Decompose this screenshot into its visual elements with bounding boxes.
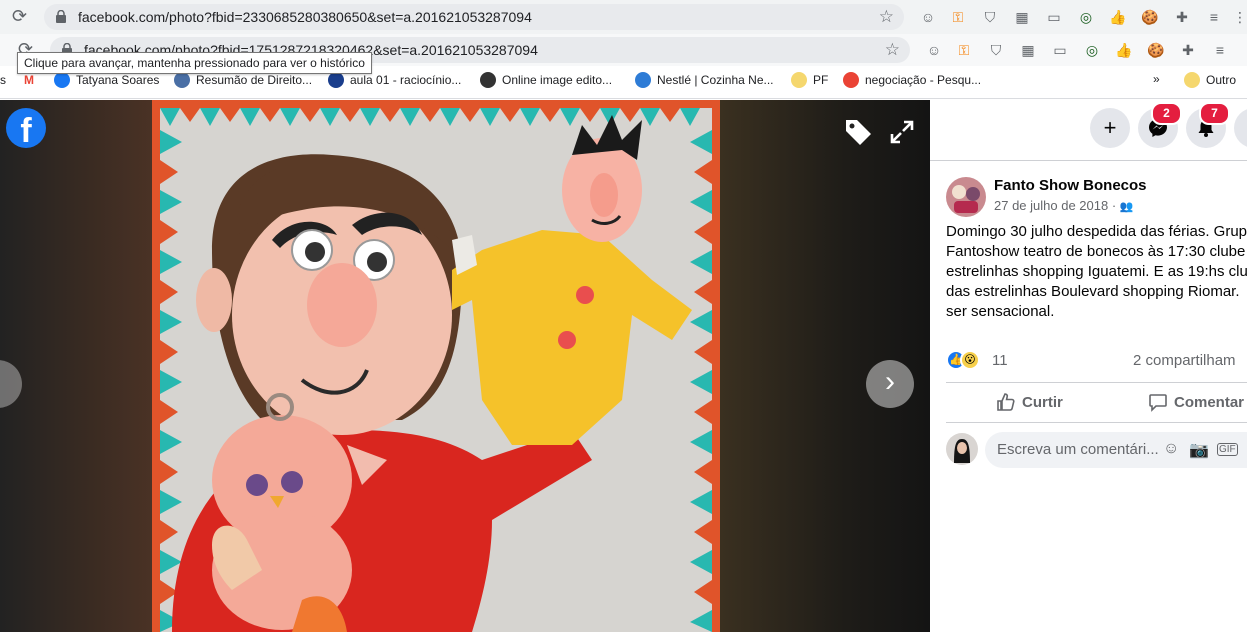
cookie-extension-icon-2[interactable]: 🍪 [1146,40,1166,60]
bookmark-favicon-icon [174,72,190,88]
bookmark-item[interactable]: PF [791,72,828,88]
header-divider [930,160,1247,161]
target-extension-icon-2[interactable]: ◎ [1082,40,1102,60]
comment-input[interactable]: Escreva um comentári... ☺ 📷 GIF [985,432,1247,468]
thumbs-up-icon [997,393,1015,411]
reaction-count[interactable]: 11 [992,352,1008,369]
user-avatar[interactable] [946,433,978,465]
gif-icon[interactable]: GIF [1217,443,1238,456]
bookmark-apps[interactable]: s [0,73,6,87]
messenger-badge: 2 [1151,102,1182,125]
post-date-text: 27 de julho de 2018 · [994,198,1117,213]
key-extension-icon-2[interactable]: ⚿ [954,40,974,60]
bookmark-label: Nestlé | Cozinha Ne... [657,73,774,87]
like-button[interactable]: Curtir [996,392,1063,412]
bookmark-favicon-icon [635,72,651,88]
shield-extension-icon-2[interactable]: ⛉ [986,40,1006,60]
comment-icon [1149,394,1167,412]
bookmark-label: Tatyana Soares [76,73,160,87]
bookmark-star-icon-2[interactable]: ☆ [885,40,900,60]
bookmark-favicon-icon [1184,72,1200,88]
photo-viewer: f › [0,100,930,632]
bookmark-item[interactable]: Resumão de Direito... [174,72,312,88]
bookmark-favicon-icon [328,72,344,88]
cookie-extension-icon[interactable]: 🍪 [1140,7,1160,27]
account-button[interactable] [1234,108,1247,148]
messenger-button[interactable]: 2 [1138,102,1182,148]
bookmark-favicon-icon [843,72,859,88]
gmail-icon[interactable]: M [24,73,34,87]
bookmark-star-icon[interactable]: ☆ [879,7,894,27]
like-label: Curtir [1022,393,1063,411]
bookmark-favicon-icon [791,72,807,88]
post-date[interactable]: 27 de julho de 2018 · 👥 [994,198,1133,213]
screen: ⟳ facebook.com/photo?fbid=23306852803806… [0,0,1247,632]
reader-extension-icon-2[interactable]: ▭ [1050,40,1070,60]
bookmark-favicon-icon [480,72,496,88]
puzzle-extension-icon-2[interactable]: ✚ [1178,40,1198,60]
actions-divider [946,422,1247,423]
tag-icon[interactable] [842,116,874,148]
plus-icon: + [1103,115,1117,140]
facebook-logo-icon[interactable]: f [6,108,46,150]
puzzle-extension-icon[interactable]: ✚ [1172,7,1192,27]
notifications-button[interactable]: 7 [1186,102,1230,148]
key-extension-icon[interactable]: ⚿ [948,7,968,27]
target-extension-icon[interactable]: ◎ [1076,7,1096,27]
bookmark-item[interactable]: negociação - Pesqu... [843,72,981,88]
wow-reaction-icon: 😮 [960,350,980,370]
bookmark-label: aula 01 - raciocínio... [350,73,462,87]
post-text: Domingo 30 julho despedida das férias. G… [946,223,1247,320]
bookmark-item[interactable]: Nestlé | Cozinha Ne... [635,72,774,88]
bookmark-label: Resumão de Direito... [196,73,313,87]
more-bookmarks-icon[interactable]: » [1153,72,1160,86]
friends-audience-icon: 👥 [1119,201,1134,213]
emoji-icon[interactable]: ☺ [1163,440,1179,458]
address-bar[interactable]: facebook.com/photo?fbid=2330685280380650… [44,4,904,30]
browser-toolbar-1: ⟳ facebook.com/photo?fbid=23306852803806… [0,0,1247,34]
next-photo-button[interactable]: › [866,360,914,408]
shield-extension-icon[interactable]: ⛉ [980,7,1000,27]
bookmark-label: negociação - Pesqu... [865,73,982,87]
reload-icon[interactable]: ⟳ [12,6,27,27]
thumb-extension-icon-2[interactable]: 👍 [1114,40,1134,60]
puppet-photo-image [152,100,720,632]
blurred-background-left [0,100,152,632]
reaction-icons[interactable]: 👍 😮 [946,350,980,370]
grid-extension-icon-2[interactable]: ▦ [1018,40,1038,60]
fullscreen-icon[interactable] [888,118,916,146]
author-avatar[interactable] [946,177,986,217]
playlist-icon[interactable]: ≡ [1204,7,1224,27]
bookmark-label: Online image edito... [502,73,613,87]
bookmark-label: Outro [1206,73,1237,87]
lock-icon [56,10,66,23]
bookmark-item[interactable]: Outro [1184,72,1236,88]
tab-menu-icon[interactable]: ⋮ [1230,7,1247,27]
discord-extension-icon[interactable]: ☺ [918,7,938,27]
thumb-extension-icon[interactable]: 👍 [1108,7,1128,27]
camera-icon[interactable]: 📷 [1189,440,1209,460]
comment-placeholder: Escreva um comentári... [997,441,1159,458]
post-panel: + 2 7 Fanto Show Bonecos 27 de julho de … [930,100,1247,632]
bookmark-item[interactable]: aula 01 - raciocínio... [328,72,461,88]
discord-extension-icon-2[interactable]: ☺ [924,40,944,60]
comment-button[interactable]: Comentar [1148,392,1244,412]
bookmark-item[interactable]: Tatyana Soares [54,72,159,88]
playlist-icon-2[interactable]: ≡ [1210,40,1230,60]
post-author[interactable]: Fanto Show Bonecos [994,177,1147,194]
photo [152,100,720,632]
bookmark-label: PF [813,73,829,87]
reader-extension-icon[interactable]: ▭ [1044,7,1064,27]
address-url: facebook.com/photo?fbid=2330685280380650… [78,9,532,25]
share-count[interactable]: 2 compartilham [1133,352,1236,369]
grid-extension-icon[interactable]: ▦ [1012,7,1032,27]
bookmark-favicon-icon [54,72,70,88]
reactions-divider [946,382,1247,383]
notifications-badge: 7 [1199,102,1230,125]
bookmark-item[interactable]: Online image edito... [480,72,612,88]
comment-label: Comentar [1174,393,1245,411]
back-button-tooltip: Clique para avançar, mantenha pressionad… [17,52,372,74]
create-button[interactable]: + [1090,108,1130,148]
